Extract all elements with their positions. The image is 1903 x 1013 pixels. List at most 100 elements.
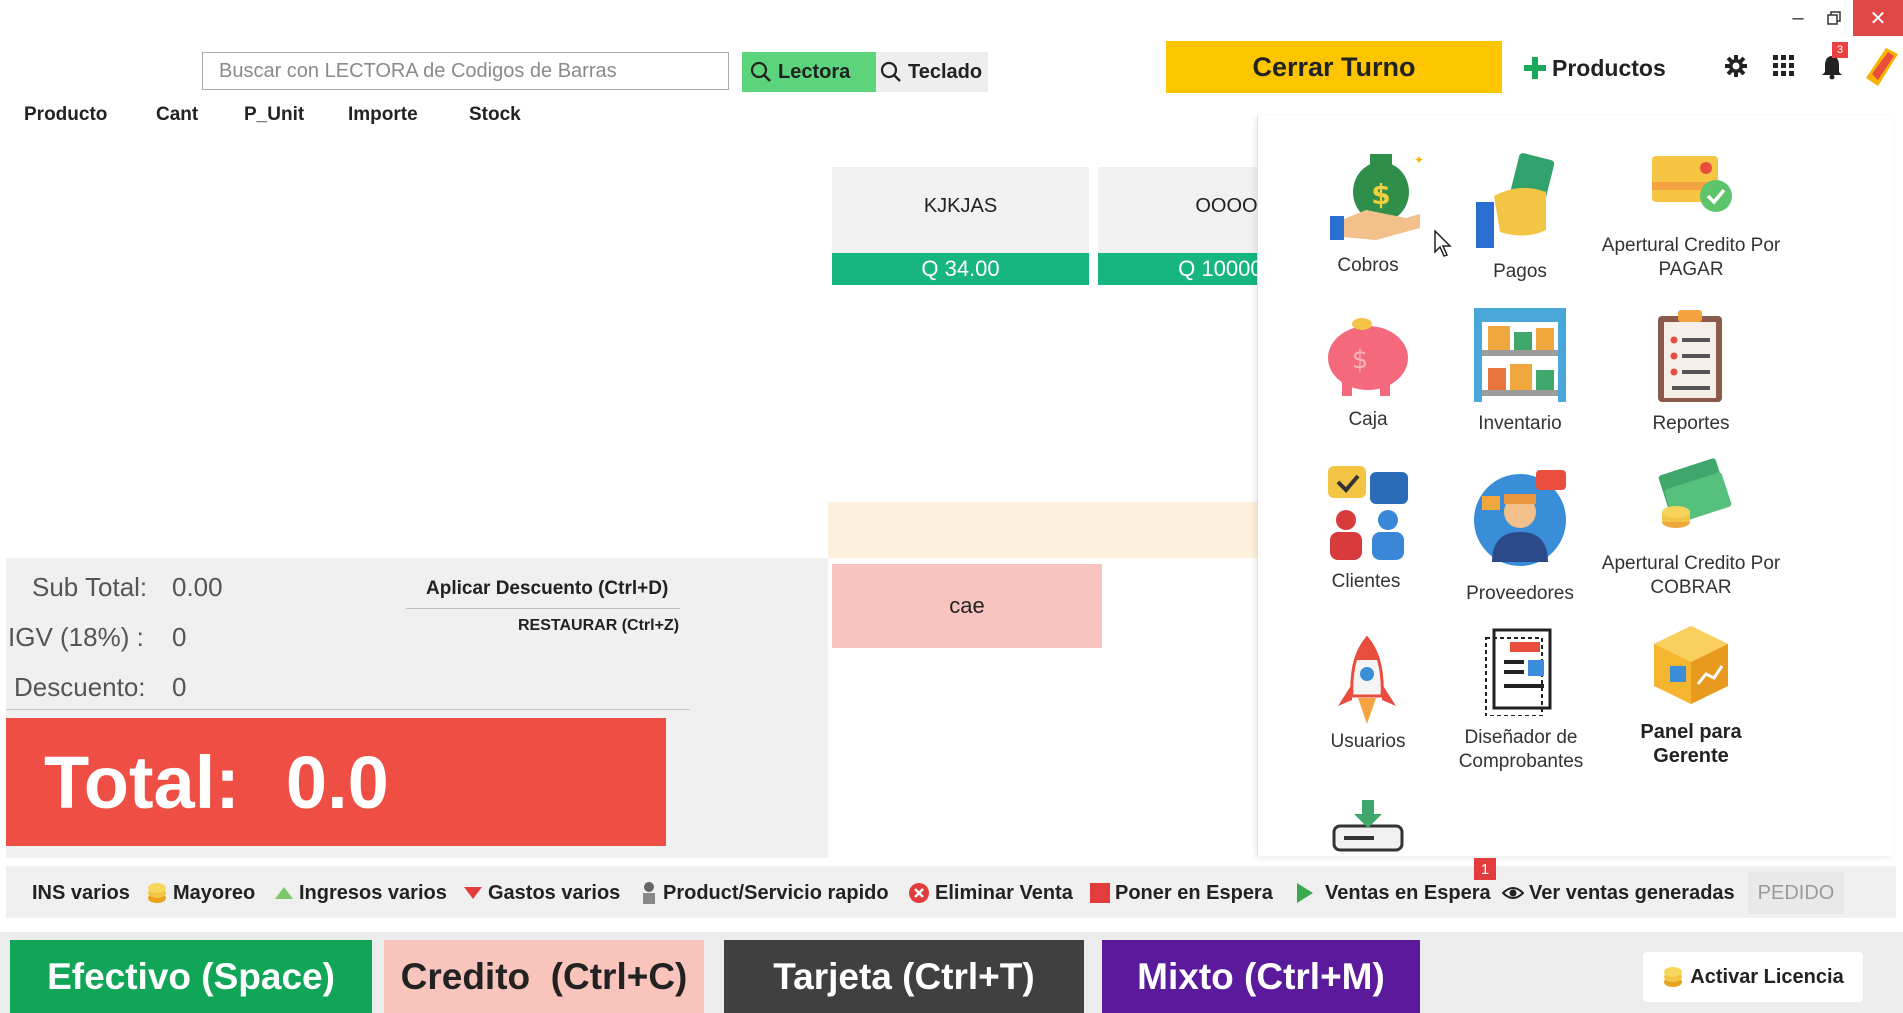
igv-value: 0 bbox=[172, 622, 187, 652]
menu-proveedores[interactable]: Proveedores bbox=[1440, 466, 1600, 616]
up-triangle-icon bbox=[275, 887, 293, 899]
mixto-button[interactable]: Mixto (Ctrl+M) bbox=[1102, 940, 1420, 1013]
delete-circle-icon bbox=[909, 883, 929, 903]
lectora-label: Lectora bbox=[778, 60, 851, 83]
col-p-unit: P_Unit bbox=[244, 104, 305, 125]
ventas-espera-badge: 1 bbox=[1474, 858, 1496, 880]
menu-credito-pagar[interactable]: Apertural Credito Por PAGAR bbox=[1596, 146, 1786, 306]
productos-button[interactable]: Productos bbox=[1524, 50, 1666, 86]
mayoreo-button[interactable]: Mayoreo bbox=[146, 872, 255, 914]
total-label: Total: bbox=[44, 740, 240, 824]
poner-espera-button[interactable]: Poner en Espera bbox=[1090, 872, 1273, 914]
eliminar-venta-label: Eliminar Venta bbox=[935, 881, 1073, 904]
menu-disenador[interactable]: Diseñador de Comprobantes bbox=[1438, 626, 1604, 786]
plus-icon bbox=[1524, 57, 1546, 79]
igv-label: IGV (18%) : bbox=[8, 622, 144, 652]
menu-inventario[interactable]: Inventario bbox=[1440, 306, 1600, 456]
notifications-button[interactable]: 3 bbox=[1818, 42, 1854, 84]
total-value: 0.0 bbox=[285, 740, 389, 824]
menu-caja[interactable]: $ Caja bbox=[1298, 312, 1438, 452]
product-tile[interactable]: KJKJAS Q 34.00 bbox=[832, 167, 1089, 285]
barcode-search-input[interactable] bbox=[202, 52, 729, 90]
apps-grid-icon[interactable] bbox=[1773, 55, 1795, 77]
efectivo-label: Efectivo (Space) bbox=[47, 955, 335, 997]
menu-label: Proveedores bbox=[1466, 583, 1574, 604]
gastos-varios-button[interactable]: Gastos varios bbox=[463, 872, 620, 914]
apply-discount-button[interactable]: Aplicar Descuento (Ctrl+D) bbox=[426, 578, 668, 600]
coins-icon bbox=[1664, 967, 1683, 987]
product-tile[interactable]: OOOO Q 100000 bbox=[1098, 167, 1257, 285]
download-drive-icon bbox=[1332, 800, 1404, 852]
mixto-label: Mixto (Ctrl+M) bbox=[1137, 955, 1385, 997]
gear-icon[interactable] bbox=[1724, 54, 1748, 78]
cash-hand-icon bbox=[1476, 153, 1555, 248]
rocket-icon bbox=[1338, 636, 1396, 724]
supplier-person-icon bbox=[1474, 470, 1566, 566]
category-tile[interactable]: cae bbox=[832, 564, 1102, 648]
credito-button[interactable]: Credito (Ctrl+C) bbox=[384, 940, 704, 1013]
divider bbox=[6, 709, 690, 710]
ver-ventas-button[interactable]: Ver ventas generadas bbox=[1502, 872, 1735, 914]
poner-espera-label: Poner en Espera bbox=[1115, 881, 1273, 904]
license-key-icon bbox=[1866, 48, 1898, 86]
receipt-design-icon bbox=[1485, 628, 1552, 716]
credito-label: Credito (Ctrl+C) bbox=[400, 955, 688, 997]
menu-reportes[interactable]: Reportes bbox=[1608, 306, 1774, 456]
menu-label: Caja bbox=[1348, 409, 1388, 430]
ver-ventas-label: Ver ventas generadas bbox=[1529, 881, 1735, 904]
person-icon bbox=[643, 882, 655, 904]
svg-text:$: $ bbox=[1371, 178, 1390, 211]
mayoreo-label: Mayoreo bbox=[173, 881, 256, 904]
clipboard-report-icon bbox=[1658, 310, 1722, 402]
stop-square-icon bbox=[1090, 883, 1110, 903]
main-menu-panel: $ ✦ Cobros Pagos Apertural Credito Por P… bbox=[1257, 116, 1893, 856]
efectivo-button[interactable]: Efectivo (Space) bbox=[10, 940, 372, 1013]
svg-text:✦: ✦ bbox=[1414, 153, 1424, 167]
descuento-value: 0 bbox=[172, 672, 187, 702]
product-servicio-button[interactable]: Product/Servicio rapido bbox=[640, 872, 889, 914]
menu-label: Pagos bbox=[1493, 261, 1547, 282]
descuento-label: Descuento: bbox=[14, 672, 146, 702]
tarjeta-button[interactable]: Tarjeta (Ctrl+T) bbox=[724, 940, 1084, 1013]
menu-label: Clientes bbox=[1331, 571, 1401, 592]
menu-panel-gerente[interactable]: Panel para Gerente bbox=[1606, 622, 1776, 792]
restore-button[interactable] bbox=[1812, 0, 1856, 36]
total-display: Total: 0.0 bbox=[6, 718, 666, 846]
col-stock: Stock bbox=[469, 104, 521, 125]
menu-label: Cobros bbox=[1337, 255, 1399, 276]
subtotal-label: Sub Total: bbox=[32, 572, 148, 602]
menu-backup[interactable] bbox=[1302, 800, 1432, 854]
ins-varios-button[interactable]: INS varios bbox=[32, 872, 130, 914]
teclado-label: Teclado bbox=[908, 60, 983, 83]
pedido-button[interactable]: PEDIDO bbox=[1748, 872, 1844, 914]
menu-usuarios[interactable]: Usuarios bbox=[1298, 636, 1438, 776]
menu-label: Diseñador de Comprobantes bbox=[1458, 727, 1584, 772]
col-cant: Cant bbox=[156, 104, 199, 125]
cerrar-turno-button[interactable]: Cerrar Turno bbox=[1166, 41, 1502, 93]
ventas-espera-button[interactable]: Ventas en Espera bbox=[1296, 872, 1491, 914]
col-producto: Producto bbox=[24, 104, 108, 125]
manager-cube-icon bbox=[1654, 626, 1728, 704]
gastos-varios-label: Gastos varios bbox=[488, 881, 621, 904]
menu-pagos[interactable]: Pagos bbox=[1450, 152, 1590, 302]
eliminar-venta-button[interactable]: Eliminar Venta bbox=[908, 872, 1073, 914]
menu-cobros[interactable]: $ ✦ Cobros bbox=[1298, 144, 1438, 294]
category-label: cae bbox=[949, 593, 985, 618]
down-triangle-icon bbox=[464, 887, 482, 899]
menu-credito-cobrar[interactable]: Apertural Credito Por COBRAR bbox=[1596, 456, 1786, 626]
teclado-button[interactable]: Teclado bbox=[876, 52, 988, 92]
col-importe: Importe bbox=[348, 104, 418, 125]
ingresos-varios-button[interactable]: Ingresos varios bbox=[274, 872, 447, 914]
restore-button[interactable]: RESTAURAR (Ctrl+Z) bbox=[518, 617, 679, 635]
close-window-button[interactable]: ✕ bbox=[1853, 0, 1903, 36]
restore-icon bbox=[1827, 11, 1841, 25]
productos-label: Productos bbox=[1552, 54, 1666, 81]
ins-varios-label: INS varios bbox=[32, 881, 130, 904]
svg-text:$: $ bbox=[1352, 345, 1369, 375]
search-icon bbox=[880, 61, 901, 82]
ingresos-varios-label: Ingresos varios bbox=[299, 881, 447, 904]
activar-licencia-button[interactable]: Activar Licencia bbox=[1643, 952, 1863, 1002]
mouse-cursor-icon bbox=[1434, 230, 1452, 257]
lectora-button[interactable]: Lectora bbox=[742, 52, 876, 92]
menu-clientes[interactable]: Clientes bbox=[1296, 462, 1436, 612]
